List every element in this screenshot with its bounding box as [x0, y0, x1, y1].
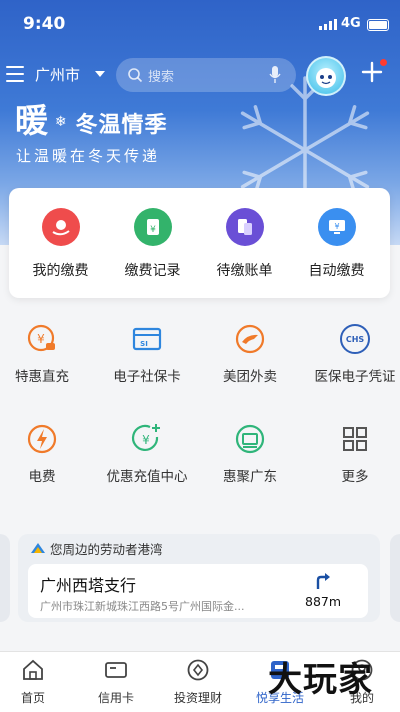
grid-more-icon — [343, 427, 367, 451]
top-bar: 广州市 搜索 — [0, 55, 400, 96]
banner-title-main: 暖 — [15, 101, 49, 140]
quick-action-label: 待缴账单 — [216, 263, 273, 279]
branch-address: 广州市珠江新城珠江西路5号广州国际金... — [40, 600, 245, 613]
shop-icon — [235, 424, 265, 454]
huiju-guangdong-button[interactable]: 惠聚广东 — [200, 422, 300, 486]
recharge-center-button[interactable]: ¥ 优惠充值中心 — [97, 422, 197, 486]
svg-text:¥: ¥ — [150, 225, 156, 235]
yuan-tag-icon: ¥ — [27, 324, 55, 352]
clipboard-yuan-icon: ¥ — [133, 208, 172, 246]
svg-text:¥: ¥ — [334, 222, 339, 231]
search-input[interactable]: 搜索 — [116, 58, 296, 92]
monitor-yuan-icon: ¥ — [317, 208, 356, 246]
battery-icon — [367, 19, 389, 31]
signal-icon — [319, 19, 337, 30]
navigation-turn-icon[interactable] — [315, 572, 331, 590]
banner-subtitle: 让温暖在冬天传递 — [16, 147, 161, 165]
pending-bills-button[interactable]: 待缴账单 — [197, 208, 292, 280]
carousel-next-card[interactable] — [390, 534, 400, 622]
microphone-icon[interactable] — [269, 66, 281, 84]
svg-text:¥: ¥ — [142, 433, 150, 447]
watermark: 大玩家 — [268, 660, 373, 700]
quick-action-label: 我的缴费 — [32, 263, 89, 279]
tab-investment[interactable]: 投资理财 — [158, 658, 238, 706]
menu-icon[interactable] — [6, 66, 24, 82]
notification-dot — [380, 59, 387, 66]
my-payments-button[interactable]: 我的缴费 — [13, 208, 108, 280]
service-label: 电子社保卡 — [113, 369, 181, 385]
invest-icon — [187, 659, 209, 681]
carousel-prev-card[interactable] — [0, 534, 10, 622]
quick-action-label: 自动缴费 — [308, 263, 365, 279]
chevron-down-icon[interactable] — [95, 71, 105, 77]
more-services-button[interactable]: 更多 — [305, 422, 400, 486]
lightning-icon — [27, 424, 57, 454]
electricity-button[interactable]: 电费 — [0, 422, 92, 486]
branch-distance: 887m — [305, 594, 342, 609]
medical-insurance-button[interactable]: CHS 医保电子凭证 — [305, 322, 400, 386]
svg-text:CHS: CHS — [346, 335, 365, 344]
banner-title: 暖 ❄ 冬温情季 — [15, 101, 168, 140]
harbor-logo-icon — [31, 543, 45, 553]
payment-records-button[interactable]: ¥ 缴费记录 — [105, 208, 200, 280]
hand-yuan-icon — [41, 208, 80, 246]
home-icon — [23, 659, 43, 680]
service-label: 医保电子凭证 — [314, 369, 396, 385]
nearby-branch-card[interactable]: 您周边的劳动者港湾 广州西塔支行 广州市珠江新城珠江西路5号广州国际金... 8… — [18, 534, 380, 622]
e-social-card-button[interactable]: SI 电子社保卡 — [97, 322, 197, 386]
tab-credit-card[interactable]: 信用卡 — [76, 658, 156, 706]
tab-label: 信用卡 — [97, 691, 134, 705]
status-bar: 9:40 4G — [0, 0, 400, 46]
branch-name: 广州西塔支行 — [40, 576, 137, 595]
tab-label: 首页 — [20, 691, 45, 705]
assistant-mascot-icon[interactable] — [306, 56, 346, 96]
tab-home[interactable]: 首页 — [0, 658, 73, 706]
bills-icon — [225, 208, 264, 246]
network-type: 4G — [341, 16, 361, 31]
chs-icon: CHS — [340, 324, 370, 354]
social-security-card-icon: SI — [132, 327, 162, 351]
tab-label: 投资理财 — [173, 691, 222, 705]
service-label: 惠聚广东 — [223, 469, 277, 485]
meituan-kangaroo-icon — [235, 324, 265, 354]
svg-text:¥: ¥ — [37, 332, 45, 346]
search-placeholder: 搜索 — [148, 70, 175, 85]
search-icon — [128, 68, 143, 83]
service-label: 更多 — [341, 469, 369, 485]
service-label: 美团外卖 — [223, 369, 277, 385]
quick-action-label: 缴费记录 — [124, 263, 181, 279]
branch-item[interactable]: 广州西塔支行 广州市珠江新城珠江西路5号广州国际金... 887m — [28, 564, 368, 618]
service-label: 优惠充值中心 — [106, 469, 188, 485]
status-time: 9:40 — [23, 14, 66, 34]
yuan-plus-icon: ¥ — [131, 424, 160, 452]
payment-card: 我的缴费 ¥ 缴费记录 待缴账单 ¥ 自动缴费 — [9, 188, 390, 298]
meituan-button[interactable]: 美团外卖 — [200, 322, 300, 386]
nearby-header: 您周边的劳动者港湾 — [50, 542, 163, 557]
credit-card-icon — [105, 662, 127, 678]
service-label: 电费 — [28, 469, 56, 485]
svg-text:SI: SI — [140, 340, 148, 348]
discount-topup-button[interactable]: ¥ 特惠直充 — [0, 322, 92, 386]
auto-payment-button[interactable]: ¥ 自动缴费 — [289, 208, 384, 280]
banner-title-rest: 冬温情季 — [75, 113, 168, 138]
city-selector[interactable]: 广州市 — [35, 64, 80, 85]
service-label: 特惠直充 — [15, 369, 69, 385]
